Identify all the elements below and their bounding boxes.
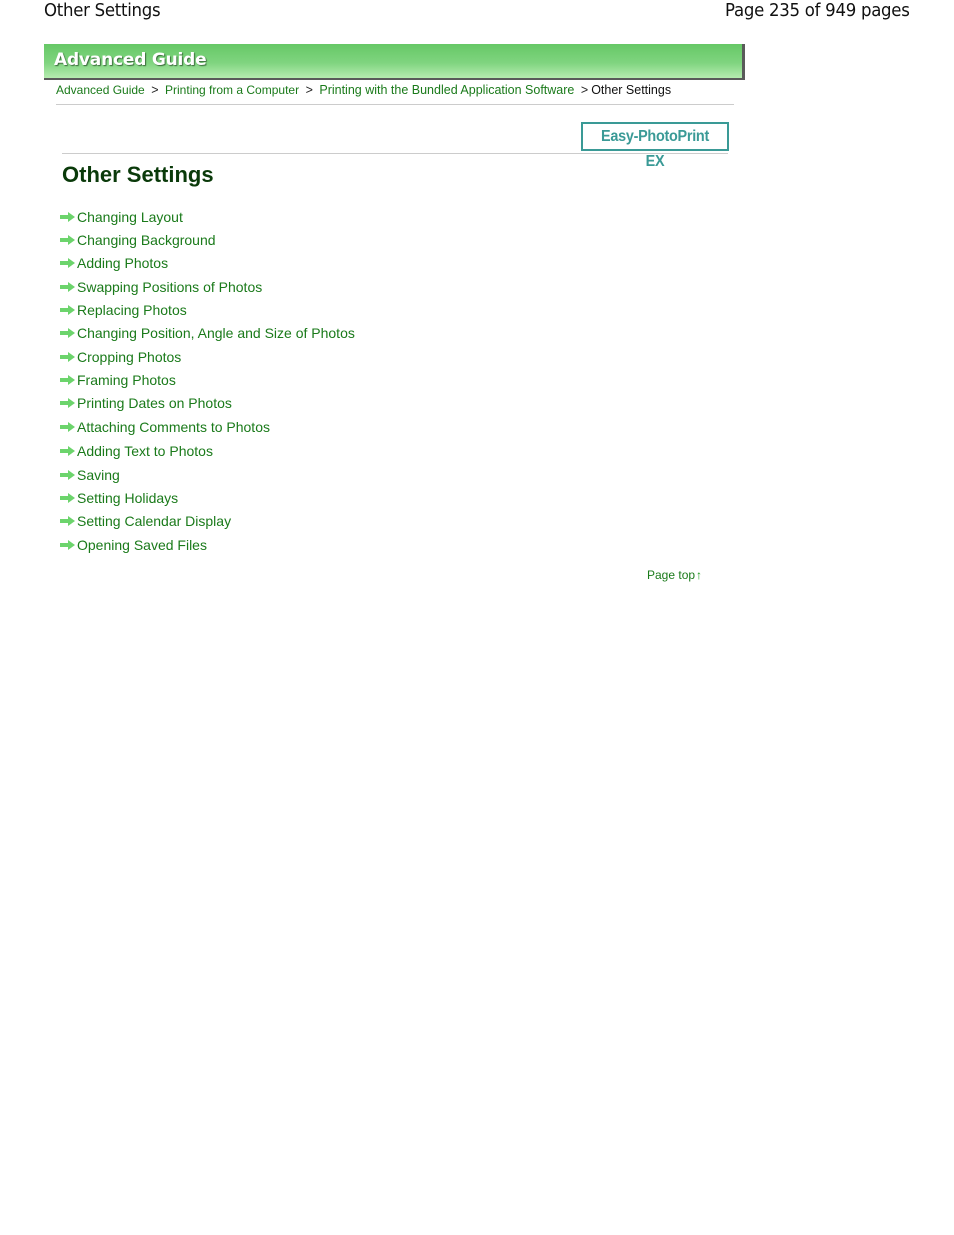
- right-arrow-icon: [60, 469, 75, 480]
- list-item: Adding Text to Photos: [60, 438, 355, 463]
- right-arrow-icon: [60, 398, 75, 409]
- breadcrumb-current: Other Settings: [591, 83, 672, 97]
- link-changing-layout[interactable]: Changing Layout: [77, 209, 183, 225]
- link-opening-saved-files[interactable]: Opening Saved Files: [77, 537, 207, 553]
- banner-title: Advanced Guide: [54, 50, 207, 70]
- right-arrow-icon: [60, 281, 75, 292]
- page-top-link[interactable]: Page top ↑: [647, 568, 702, 582]
- list-item: Printing Dates on Photos: [60, 392, 355, 415]
- page-top-label: Page top: [647, 568, 696, 582]
- link-setting-holidays[interactable]: Setting Holidays: [77, 490, 178, 506]
- link-replacing-photos[interactable]: Replacing Photos: [77, 302, 187, 318]
- breadcrumb-separator: >: [580, 83, 589, 97]
- breadcrumb-separator: >: [151, 83, 159, 97]
- page-header-title: Other Settings: [44, 0, 161, 21]
- right-arrow-icon: [60, 351, 75, 362]
- divider: [56, 104, 734, 105]
- list-item: Opening Saved Files: [60, 533, 355, 556]
- list-item: Framing Photos: [60, 368, 355, 391]
- page-title: Other Settings: [62, 162, 214, 187]
- right-arrow-icon: [60, 305, 75, 316]
- badge-label: Easy-PhotoPrint EX: [601, 128, 709, 170]
- list-item: Changing Layout: [60, 205, 355, 228]
- breadcrumb-printing-from-computer[interactable]: Printing from a Computer: [165, 83, 299, 97]
- breadcrumb: Advanced Guide > Printing from a Compute…: [56, 83, 671, 97]
- right-arrow-icon: [60, 375, 75, 386]
- list-item: Changing Position, Angle and Size of Pho…: [60, 322, 355, 345]
- list-item: Cropping Photos: [60, 345, 355, 368]
- list-item: Swapping Positions of Photos: [60, 275, 355, 298]
- advanced-guide-banner: Advanced Guide: [44, 44, 745, 80]
- easy-photoprint-ex-badge: Easy-PhotoPrint EX: [581, 122, 729, 170]
- list-item: Setting Holidays: [60, 486, 355, 509]
- right-arrow-icon: [60, 235, 75, 246]
- list-item: Setting Calendar Display: [60, 510, 355, 533]
- right-arrow-icon: [60, 421, 75, 432]
- right-arrow-icon: [60, 539, 75, 550]
- list-item: Saving: [60, 463, 355, 486]
- list-item: Replacing Photos: [60, 298, 355, 321]
- link-printing-dates[interactable]: Printing Dates on Photos: [77, 395, 232, 411]
- right-arrow-icon: [60, 445, 75, 456]
- right-arrow-icon: [60, 492, 75, 503]
- breadcrumb-advanced-guide[interactable]: Advanced Guide: [56, 83, 145, 97]
- right-arrow-icon: [60, 516, 75, 527]
- list-item: Changing Background: [60, 228, 355, 251]
- right-arrow-icon: [60, 328, 75, 339]
- up-arrow-icon: ↑: [696, 568, 703, 582]
- right-arrow-icon: [60, 258, 75, 269]
- right-arrow-icon: [60, 211, 75, 222]
- breadcrumb-bundled-software[interactable]: Printing with the Bundled Application So…: [319, 83, 574, 97]
- link-swapping-positions[interactable]: Swapping Positions of Photos: [77, 279, 262, 295]
- link-adding-text[interactable]: Adding Text to Photos: [77, 443, 213, 459]
- link-attaching-comments[interactable]: Attaching Comments to Photos: [77, 419, 270, 435]
- list-item: Attaching Comments to Photos: [60, 415, 355, 438]
- link-changing-background[interactable]: Changing Background: [77, 232, 216, 248]
- link-setting-calendar-display[interactable]: Setting Calendar Display: [77, 513, 231, 529]
- breadcrumb-separator: >: [305, 83, 313, 97]
- divider: [62, 153, 728, 154]
- link-framing-photos[interactable]: Framing Photos: [77, 372, 176, 388]
- link-changing-position-angle-size[interactable]: Changing Position, Angle and Size of Pho…: [77, 325, 355, 341]
- topic-link-list: Changing Layout Changing Background Addi…: [60, 205, 355, 556]
- list-item: Adding Photos: [60, 252, 355, 275]
- link-adding-photos[interactable]: Adding Photos: [77, 255, 168, 271]
- link-cropping-photos[interactable]: Cropping Photos: [77, 349, 181, 365]
- page-count: Page 235 of 949 pages: [725, 0, 910, 21]
- link-saving[interactable]: Saving: [77, 467, 120, 483]
